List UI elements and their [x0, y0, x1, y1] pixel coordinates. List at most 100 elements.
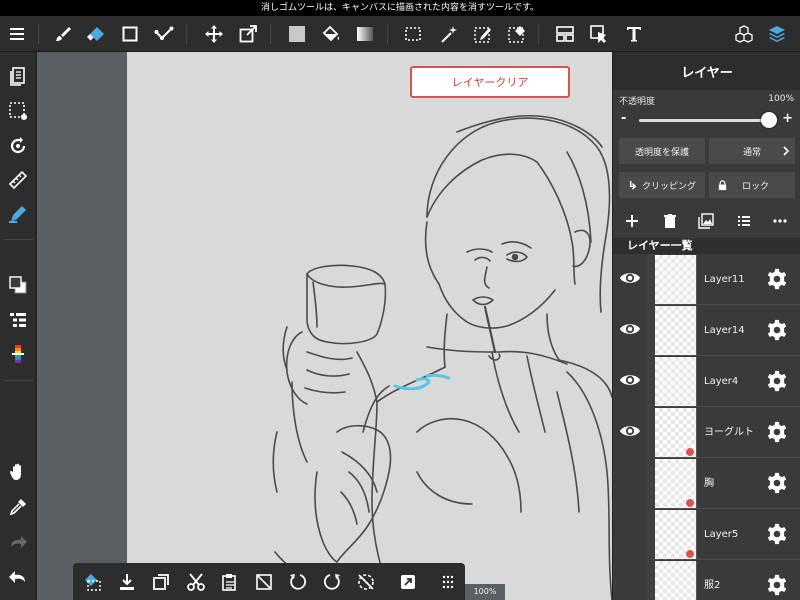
gear-icon[interactable]: [765, 369, 789, 393]
lock-button[interactable]: ロック: [709, 172, 795, 198]
toolbar-divider: [4, 239, 33, 240]
layers-icon[interactable]: [762, 16, 792, 52]
gear-icon[interactable]: [765, 522, 789, 546]
deselect-icon[interactable]: [77, 567, 107, 597]
toolbar-divider: [270, 24, 271, 44]
select-arrow-icon[interactable]: [584, 16, 614, 52]
layer-list-icon[interactable]: [731, 208, 757, 234]
paste-icon[interactable]: [215, 567, 245, 597]
magic-wand-icon[interactable]: [434, 16, 464, 52]
layer-name: Layer11: [704, 274, 745, 285]
gear-icon[interactable]: [765, 318, 789, 342]
flip-icon[interactable]: [351, 567, 381, 597]
gear-icon[interactable]: [765, 573, 789, 597]
gear-icon[interactable]: [765, 471, 789, 495]
gradient-icon[interactable]: [350, 16, 380, 52]
color-icon[interactable]: [4, 271, 32, 299]
clipping-indicator: [685, 498, 695, 508]
blend-mode-label: 通常: [742, 147, 761, 158]
visibility-toggle[interactable]: [613, 305, 647, 356]
expand-icon[interactable]: [393, 567, 423, 597]
opacity-value: 100%: [768, 94, 794, 104]
palette-list-icon[interactable]: [4, 306, 32, 334]
bucket-icon[interactable]: [316, 16, 346, 52]
color-bar-icon[interactable]: [4, 340, 32, 368]
visibility-toggle[interactable]: [613, 458, 647, 509]
move-icon[interactable]: [199, 16, 229, 52]
layer-list: Layer11 Layer14 Layer4 ヨーグルト胸 Layer5 服2: [613, 254, 800, 600]
rotate-left-icon[interactable]: [283, 567, 313, 597]
layer-row[interactable]: 胸: [613, 458, 800, 509]
gear-icon[interactable]: [765, 267, 789, 291]
visibility-toggle[interactable]: [613, 560, 647, 600]
opacity-slider[interactable]: [639, 119, 769, 122]
drawing-canvas[interactable]: レイヤークリア: [127, 52, 612, 600]
pages-icon[interactable]: [4, 62, 32, 90]
layer-thumbnail: [655, 459, 697, 509]
layer-row[interactable]: Layer11: [613, 254, 800, 305]
select-eraser-icon[interactable]: [502, 16, 532, 52]
selection-icon[interactable]: [4, 97, 32, 125]
import-icon[interactable]: [112, 567, 142, 597]
eraser-icon[interactable]: [81, 16, 111, 52]
brush-icon[interactable]: [48, 16, 78, 52]
rotate-right-icon[interactable]: [317, 567, 347, 597]
visibility-toggle[interactable]: [613, 254, 647, 305]
hand-icon[interactable]: [4, 458, 32, 486]
opacity-increase-button[interactable]: +: [782, 111, 793, 126]
layer-name: Layer5: [704, 529, 739, 540]
fill-color-icon[interactable]: [282, 16, 312, 52]
layer-thumbnail: [655, 255, 697, 305]
visibility-toggle[interactable]: [613, 509, 647, 560]
status-message: 消しゴムツールは、キャンバスに描画された内容を消すツールです。: [0, 0, 800, 16]
rotate-view-icon[interactable]: [4, 132, 32, 160]
app-window: 消しゴムツールは、キャンバスに描画された内容を消すツールです。 レイヤークリア …: [0, 0, 800, 600]
layer-thumbnail: [655, 357, 697, 407]
clipping-button[interactable]: クリッピング: [619, 172, 705, 198]
eyedropper-icon[interactable]: [4, 493, 32, 521]
select-rect-icon[interactable]: [398, 16, 428, 52]
text-icon[interactable]: [619, 16, 649, 52]
materials-icon[interactable]: [729, 16, 759, 52]
ruler-icon[interactable]: [4, 166, 32, 194]
layer-image-icon[interactable]: [693, 208, 719, 234]
dot-line-icon[interactable]: [149, 16, 179, 52]
shape-icon[interactable]: [115, 16, 145, 52]
duplicate-icon[interactable]: [146, 567, 176, 597]
opacity-slider-thumb[interactable]: [761, 112, 777, 128]
layout-icon[interactable]: [550, 16, 580, 52]
blend-mode-select[interactable]: 通常: [709, 138, 795, 164]
chevron-right-icon: [783, 146, 790, 156]
more-options-icon[interactable]: [767, 208, 793, 234]
protect-alpha-button[interactable]: 透明度を保護: [619, 138, 705, 164]
layer-row[interactable]: Layer4: [613, 356, 800, 407]
menu-icon[interactable]: [2, 16, 32, 52]
layer-row[interactable]: ヨーグルト: [613, 407, 800, 458]
delete-layer-icon[interactable]: [657, 208, 683, 234]
cut-icon[interactable]: [181, 567, 211, 597]
select-pen-icon[interactable]: [468, 16, 498, 52]
layer-row[interactable]: Layer14: [613, 305, 800, 356]
eye-icon: [619, 420, 641, 446]
grid-icon[interactable]: [433, 567, 463, 597]
undo-icon[interactable]: [4, 563, 32, 591]
transform-icon[interactable]: [233, 16, 263, 52]
toolbar-divider: [387, 24, 388, 44]
layer-indent: [647, 458, 655, 509]
clear-icon[interactable]: [249, 567, 279, 597]
pen-icon[interactable]: [4, 200, 32, 228]
clear-layer-button[interactable]: レイヤークリア: [410, 66, 570, 98]
visibility-toggle[interactable]: [613, 407, 647, 458]
clipping-indicator: [685, 549, 695, 559]
layer-thumbnail: [655, 561, 697, 600]
visibility-toggle[interactable]: [613, 356, 647, 407]
gear-icon[interactable]: [765, 420, 789, 444]
layer-row[interactable]: Layer5: [613, 509, 800, 560]
layer-row[interactable]: 服2: [613, 560, 800, 600]
layer-name: 服2: [704, 580, 721, 591]
layer-indent: [647, 356, 655, 407]
opacity-decrease-button[interactable]: -: [621, 111, 626, 126]
add-layer-icon[interactable]: [619, 208, 645, 234]
clipping-arrow-icon: [629, 180, 637, 190]
redo-icon[interactable]: [4, 528, 32, 556]
